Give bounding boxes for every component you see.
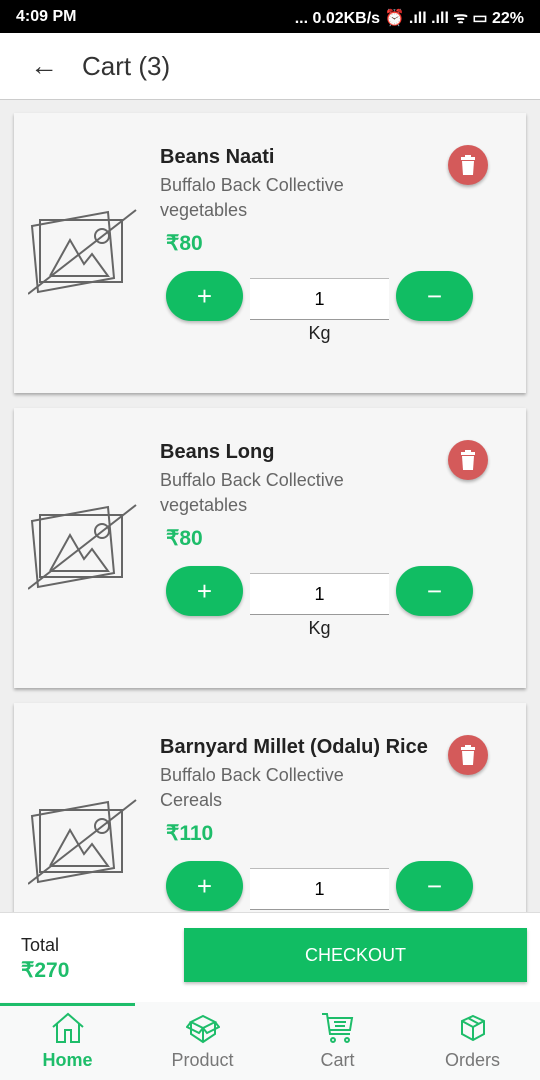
quantity-input[interactable]: 1 (250, 868, 389, 910)
product-brand: Buffalo Back Collective (160, 470, 344, 490)
product-name: Beans Naati (160, 146, 275, 168)
product-brand: Buffalo Back Collective (160, 175, 344, 195)
product-name: Barnyard Millet (Odalu) Rice (160, 736, 428, 758)
cart-item-card: Barnyard Millet (Odalu) Rice Buffalo Bac… (14, 703, 526, 912)
nav-label: Home (42, 1050, 93, 1070)
product-price: ₹80 (166, 527, 203, 550)
image-placeholder-icon (28, 799, 137, 885)
status-bar: 4:09 PM ... 0.02KB/s ⏰ .ıll .ıll ᯤ ▭ 22% (0, 0, 540, 33)
product-category: Cereals (160, 790, 223, 810)
product-name: Beans Long (160, 441, 275, 463)
battery-icon: ▭ (472, 9, 488, 27)
nav-tab-cart[interactable]: Cart (270, 1002, 405, 1080)
nav-label: Cart (320, 1050, 355, 1070)
trash-icon (461, 155, 475, 175)
quantity-input[interactable]: 1 (250, 573, 389, 615)
cart-item-card: Beans Naati Buffalo Back Collective vege… (14, 113, 526, 393)
nav-tab-home[interactable]: Home (0, 1002, 135, 1080)
decrease-quantity-button[interactable]: − (396, 271, 473, 321)
image-placeholder-icon (28, 209, 137, 295)
nav-tab-orders[interactable]: Orders (405, 1002, 540, 1080)
delete-button[interactable] (448, 145, 488, 185)
checkout-bar: Total ₹270 CHECKOUT (0, 912, 540, 1002)
total-label: Total (21, 935, 60, 955)
box-icon (185, 1014, 220, 1044)
cart-icon (321, 1013, 353, 1043)
product-price: ₹80 (166, 232, 203, 255)
status-time: 4:09 PM (16, 7, 77, 25)
trash-icon (461, 745, 475, 765)
nav-label: Product (171, 1050, 234, 1070)
product-price: ₹110 (166, 822, 214, 845)
image-placeholder-icon (28, 504, 137, 590)
active-tab-indicator (0, 1003, 135, 1006)
trash-icon (461, 450, 475, 470)
quantity-input[interactable]: 1 (250, 278, 389, 320)
decrease-quantity-button[interactable]: − (396, 566, 473, 616)
total-value: ₹270 (21, 959, 70, 982)
product-category: vegetables (160, 200, 248, 220)
status-icons: ... 0.02KB/s ⏰ .ıll .ıll ᯤ (294, 9, 468, 27)
cart-item-card: Beans Long Buffalo Back Collective veget… (14, 408, 526, 688)
delete-button[interactable] (448, 440, 488, 480)
package-icon (460, 1014, 485, 1042)
delete-button[interactable] (448, 735, 488, 775)
nav-label: Orders (444, 1050, 500, 1070)
bottom-navigation: Home Product Cart Orders (0, 1002, 540, 1080)
page-title: Cart (3) (82, 50, 171, 81)
product-brand: Buffalo Back Collective (160, 765, 344, 785)
back-arrow-icon[interactable]: ← (30, 50, 60, 82)
nav-tab-product[interactable]: Product (135, 1002, 270, 1080)
status-indicators: ... 0.02KB/s ⏰ .ıll .ıll ᯤ ▭ 22% (295, 6, 524, 28)
home-icon (51, 1012, 84, 1043)
increase-quantity-button[interactable]: + (166, 271, 243, 321)
increase-quantity-button[interactable]: + (166, 861, 243, 911)
increase-quantity-button[interactable]: + (166, 566, 243, 616)
quantity-unit: Kg (308, 618, 331, 638)
checkout-button[interactable]: CHECKOUT (184, 928, 527, 982)
cart-list[interactable]: Beans Naati Buffalo Back Collective vege… (0, 100, 540, 912)
battery-level: 22% (491, 9, 524, 27)
decrease-quantity-button[interactable]: − (396, 861, 473, 911)
app-bar: ← Cart (3) (0, 33, 540, 100)
quantity-unit: Kg (308, 323, 331, 343)
product-category: vegetables (160, 495, 248, 515)
